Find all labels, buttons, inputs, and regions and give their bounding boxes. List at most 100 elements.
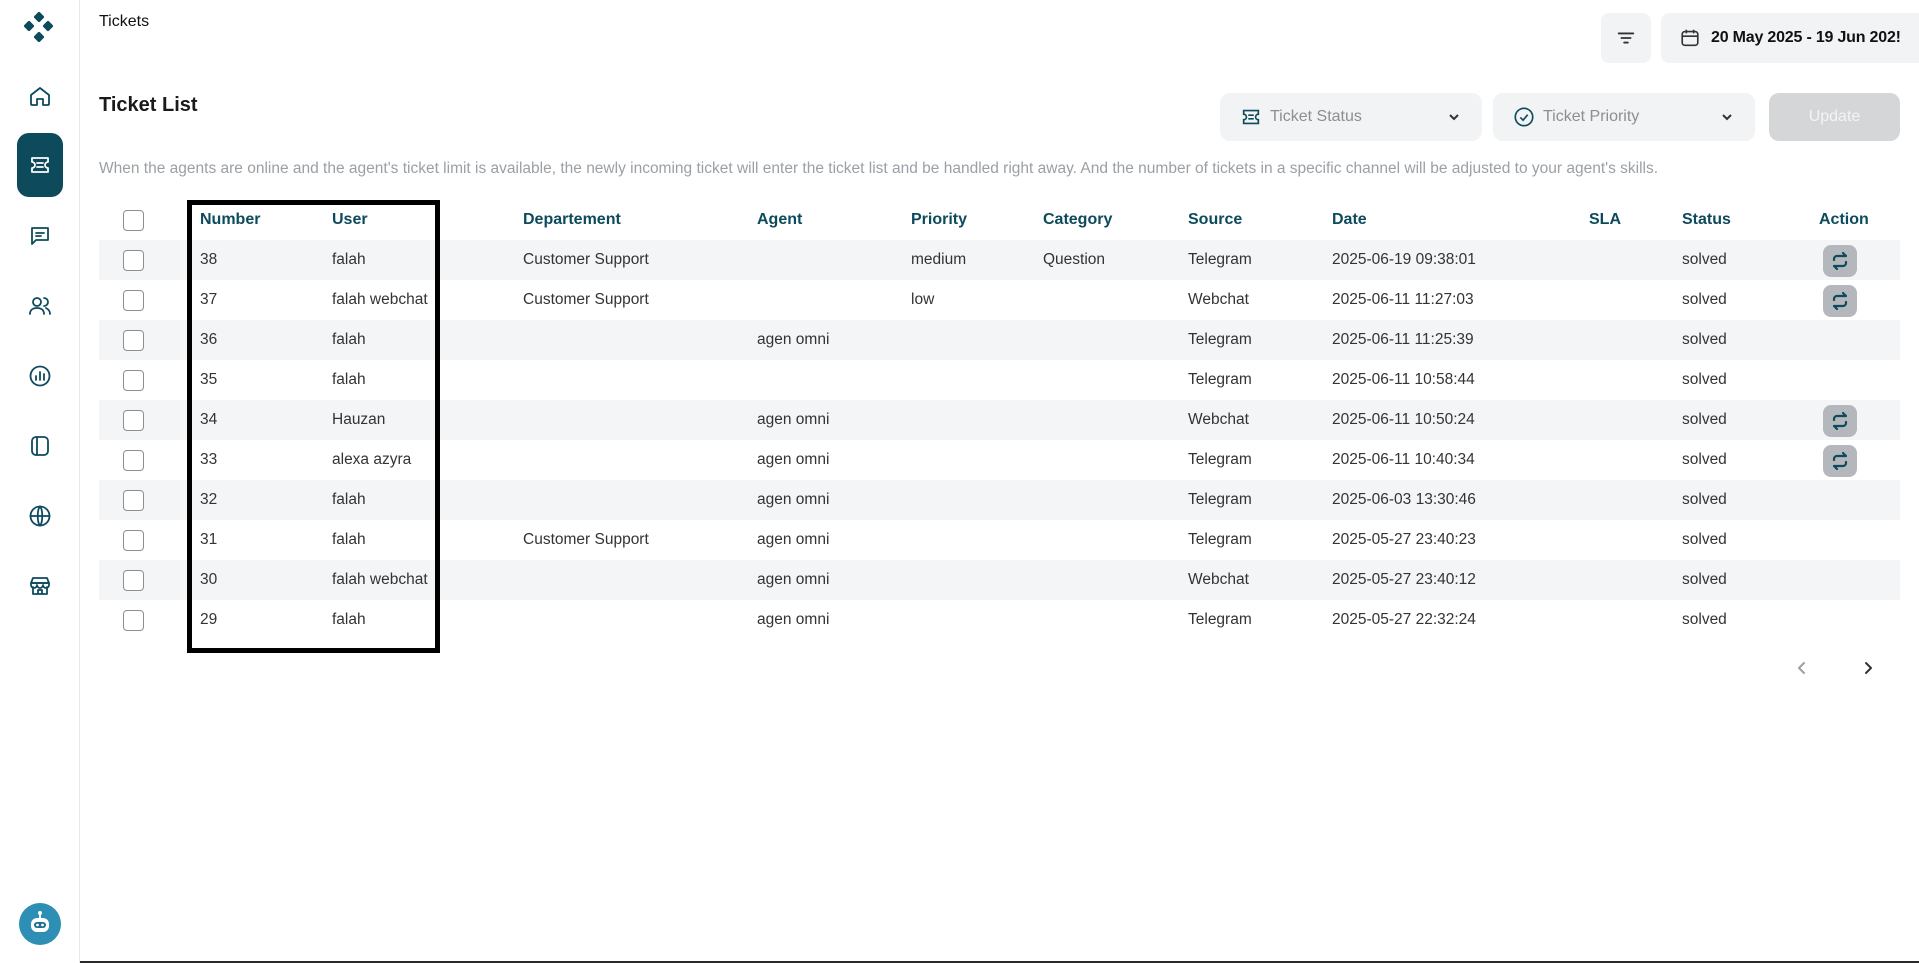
column-header-action: Action <box>1819 211 1869 228</box>
cell-source: Telegram <box>1188 251 1252 268</box>
reassign-button[interactable] <box>1823 445 1857 477</box>
cell-agent: agen omni <box>757 451 830 468</box>
cell-source: Telegram <box>1188 611 1252 628</box>
book-icon <box>31 436 49 456</box>
cell-source: Telegram <box>1188 331 1252 348</box>
cell-source: Telegram <box>1188 451 1252 468</box>
column-header-source[interactable]: Source <box>1188 200 1242 240</box>
cell-status: solved <box>1682 331 1727 348</box>
cell-agent: agen omni <box>757 331 830 348</box>
sidebar-item-tickets[interactable] <box>0 133 80 197</box>
cell-date: 2025-05-27 22:32:24 <box>1332 611 1476 628</box>
cell-date: 2025-06-03 13:30:46 <box>1332 491 1476 508</box>
pagination-next-button[interactable] <box>1851 653 1885 683</box>
column-header-sla[interactable]: SLA <box>1589 200 1621 240</box>
row-checkbox[interactable] <box>123 450 144 471</box>
cell-status: solved <box>1682 611 1727 628</box>
cell-agent: agen omni <box>757 411 830 428</box>
sidebar-item-store[interactable] <box>0 556 80 616</box>
chatbot-button[interactable] <box>19 903 61 945</box>
sidebar-item-chat[interactable] <box>0 206 80 266</box>
update-button[interactable]: Update <box>1769 93 1900 141</box>
cell-user: falah <box>332 331 366 348</box>
filter-lines-icon <box>1617 32 1635 44</box>
cell-department: Customer Support <box>523 251 649 268</box>
chevron-down-icon <box>1722 114 1732 121</box>
row-checkbox[interactable] <box>123 530 144 551</box>
cell-source: Telegram <box>1188 371 1252 388</box>
reassign-button[interactable] <box>1823 285 1857 317</box>
table-row[interactable]: 37 falah webchat Customer Support low Webcha… <box>99 280 1900 320</box>
cell-date: 2025-06-11 10:50:24 <box>1332 411 1475 428</box>
filter-button[interactable] <box>1601 13 1651 63</box>
cell-date: 2025-06-19 09:38:01 <box>1332 251 1476 268</box>
cell-number: 35 <box>200 371 218 388</box>
column-header-priority[interactable]: Priority <box>911 200 967 240</box>
date-range-picker[interactable]: 20 May 2025 - 19 Jun 202! <box>1661 13 1919 63</box>
cell-user: falah <box>332 611 366 628</box>
row-checkbox[interactable] <box>123 610 144 631</box>
table-row[interactable]: 36 falah agen omni Telegram 2025-06-11 11:25… <box>99 320 1900 360</box>
row-checkbox[interactable] <box>123 290 144 311</box>
cell-date: 2025-05-27 23:40:23 <box>1332 531 1476 548</box>
sidebar-item-home[interactable] <box>0 66 80 126</box>
cell-priority: low <box>911 291 935 308</box>
sidebar-item-channels[interactable] <box>0 486 80 546</box>
row-checkbox[interactable] <box>123 410 144 431</box>
cell-status: solved <box>1682 451 1727 468</box>
cell-source: Webchat <box>1188 411 1249 428</box>
calendar-icon <box>1681 29 1699 47</box>
row-checkbox[interactable] <box>123 250 144 271</box>
cell-date: 2025-05-27 23:40:12 <box>1332 571 1476 588</box>
reassign-arrows-icon <box>1832 451 1848 471</box>
reassign-arrows-icon <box>1832 251 1848 271</box>
table-row[interactable]: 29 falah agen omni Telegram 2025-05-27 22:32… <box>99 600 1900 640</box>
ticket-priority-select[interactable]: Ticket Priority <box>1493 93 1755 141</box>
cell-user: alexa azyra <box>332 451 412 468</box>
table-row[interactable]: 35 falah Telegram 2025-06-11 10:58:44 solved <box>99 360 1900 400</box>
row-checkbox[interactable] <box>123 570 144 591</box>
row-checkbox[interactable] <box>123 330 144 351</box>
ticket-table: Number User Departement Agent Priority C… <box>99 200 1900 640</box>
cell-number: 30 <box>200 571 218 588</box>
table-row[interactable]: 31 falah Customer Support agen omni Telegram… <box>99 520 1900 560</box>
pagination-prev-button[interactable] <box>1785 653 1819 683</box>
column-header-category[interactable]: Category <box>1043 200 1112 240</box>
table-row[interactable]: 38 falah Customer Support medium Question Tel… <box>99 240 1900 280</box>
table-row[interactable]: 34 Hauzan agen omni Webchat 2025-06-11 10:50… <box>99 400 1900 440</box>
column-header-status[interactable]: Status <box>1682 200 1731 240</box>
table-body: 38 falah Customer Support medium Question Tel… <box>99 240 1900 640</box>
column-header-agent[interactable]: Agent <box>757 200 802 240</box>
cell-user: falah <box>332 251 366 268</box>
reassign-button[interactable] <box>1823 405 1857 437</box>
ticket-priority-placeholder: Ticket Priority <box>1543 108 1640 125</box>
table-row[interactable]: 32 falah agen omni Telegram 2025-06-03 13:30… <box>99 480 1900 520</box>
column-header-user[interactable]: User <box>332 200 368 240</box>
chevron-left-icon <box>1798 662 1805 674</box>
sidebar-item-users[interactable] <box>0 276 80 336</box>
cell-user: falah <box>332 491 366 508</box>
ticket-status-select[interactable]: Ticket Status <box>1220 93 1482 141</box>
column-header-number[interactable]: Number <box>200 200 260 240</box>
sidebar-item-reports[interactable] <box>0 346 80 406</box>
column-header-date[interactable]: Date <box>1332 200 1367 240</box>
select-all-checkbox[interactable] <box>123 210 144 231</box>
table-row[interactable]: 30 falah webchat agen omni Webchat 2025-05-2… <box>99 560 1900 600</box>
row-checkbox[interactable] <box>123 370 144 391</box>
cell-status: solved <box>1682 571 1727 588</box>
cell-source: Webchat <box>1188 291 1249 308</box>
table-row[interactable]: 33 alexa azyra agen omni Telegram 2025-06-11… <box>99 440 1900 480</box>
page-crumb: Tickets <box>99 13 150 30</box>
reassign-arrows-icon <box>1832 411 1848 431</box>
cell-user: falah <box>332 371 366 388</box>
cell-date: 2025-06-11 10:40:34 <box>1332 451 1475 468</box>
sidebar-item-knowledge[interactable] <box>0 416 80 476</box>
column-header-department[interactable]: Departement <box>523 200 621 240</box>
cell-department: Customer Support <box>523 531 649 548</box>
store-icon <box>30 577 50 595</box>
users-icon <box>29 297 51 315</box>
row-checkbox[interactable] <box>123 490 144 511</box>
home-icon <box>30 87 50 106</box>
cell-number: 29 <box>200 611 218 628</box>
reassign-button[interactable] <box>1823 245 1857 277</box>
